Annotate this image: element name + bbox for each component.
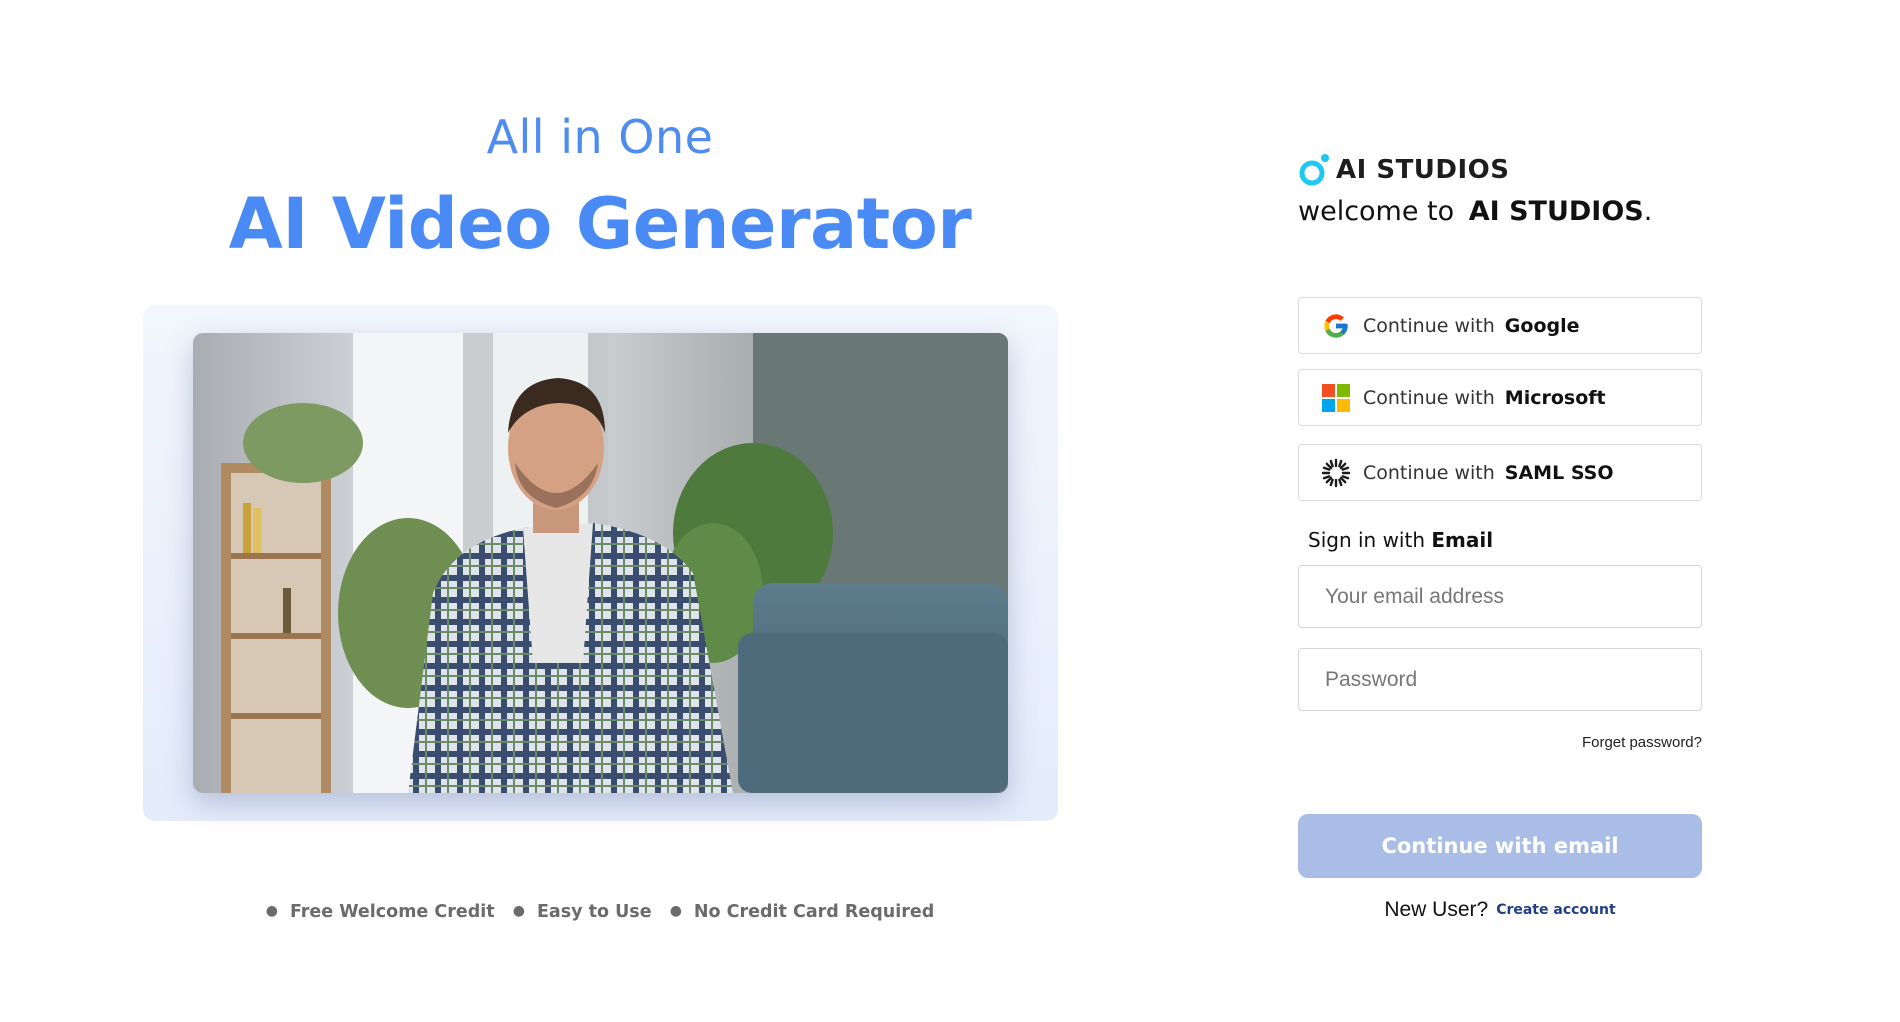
sso-prefix: Continue with — [1363, 461, 1495, 484]
sso-provider: SAML SSO — [1504, 461, 1614, 484]
ai-studios-logo-icon — [1298, 153, 1332, 187]
promo-subheading: All in One — [486, 110, 714, 164]
email-label-prefix: Sign in with — [1308, 528, 1426, 552]
promo-panel: All in One AI Video Generator ● Free Wel… — [0, 0, 1200, 1022]
promo-headline: AI Video Generator — [228, 183, 972, 265]
password-field[interactable] — [1298, 648, 1702, 711]
feature-item: No Credit Card Required — [693, 902, 935, 922]
welcome-prefix: welcome to — [1298, 196, 1455, 227]
continue-with-saml-sso-button[interactable]: Continue with SAML SSO — [1298, 444, 1702, 501]
sso-prefix: Continue with — [1363, 386, 1495, 409]
bullet-icon: ● — [265, 903, 278, 919]
feature-item: Easy to Use — [536, 902, 652, 922]
email-label-bold: Email — [1431, 528, 1494, 552]
new-user-row: New User? Create account — [1298, 898, 1702, 922]
google-icon — [1321, 311, 1351, 341]
brand-name: AI STUDIOS — [1336, 155, 1510, 185]
feature-item: Free Welcome Credit — [289, 902, 495, 922]
presenter-video-image — [193, 333, 1008, 793]
welcome-text: welcome to AI STUDIOS. — [1298, 196, 1652, 227]
microsoft-icon — [1321, 383, 1351, 413]
continue-with-email-button[interactable]: Continue with email — [1298, 814, 1702, 878]
sso-provider: Google — [1504, 314, 1580, 337]
forgot-password-link[interactable]: Forget password? — [1582, 734, 1702, 751]
email-field[interactable] — [1298, 565, 1702, 628]
bullet-icon: ● — [669, 903, 682, 919]
login-panel: AI STUDIOS welcome to AI STUDIOS. Contin… — [1298, 0, 1708, 1022]
feature-list: ● Free Welcome Credit ● Easy to Use ● No Cr… — [0, 902, 1200, 922]
saml-sso-icon — [1321, 458, 1351, 488]
continue-with-microsoft-button[interactable]: Continue with Microsoft — [1298, 369, 1702, 426]
sso-provider: Microsoft — [1504, 386, 1606, 409]
presenter-video[interactable] — [193, 333, 1008, 793]
sso-prefix: Continue with — [1363, 314, 1495, 337]
brand-logo: AI STUDIOS — [1298, 150, 1510, 190]
sign-in-email-heading: Sign in with Email — [1308, 528, 1493, 552]
continue-with-google-button[interactable]: Continue with Google — [1298, 297, 1702, 354]
welcome-brand: AI STUDIOS — [1468, 196, 1644, 227]
create-account-link[interactable]: Create account — [1496, 902, 1615, 918]
welcome-suffix: . — [1643, 196, 1653, 227]
new-user-label: New User? — [1384, 898, 1489, 921]
video-preview-frame — [143, 305, 1058, 821]
bullet-icon: ● — [512, 903, 525, 919]
